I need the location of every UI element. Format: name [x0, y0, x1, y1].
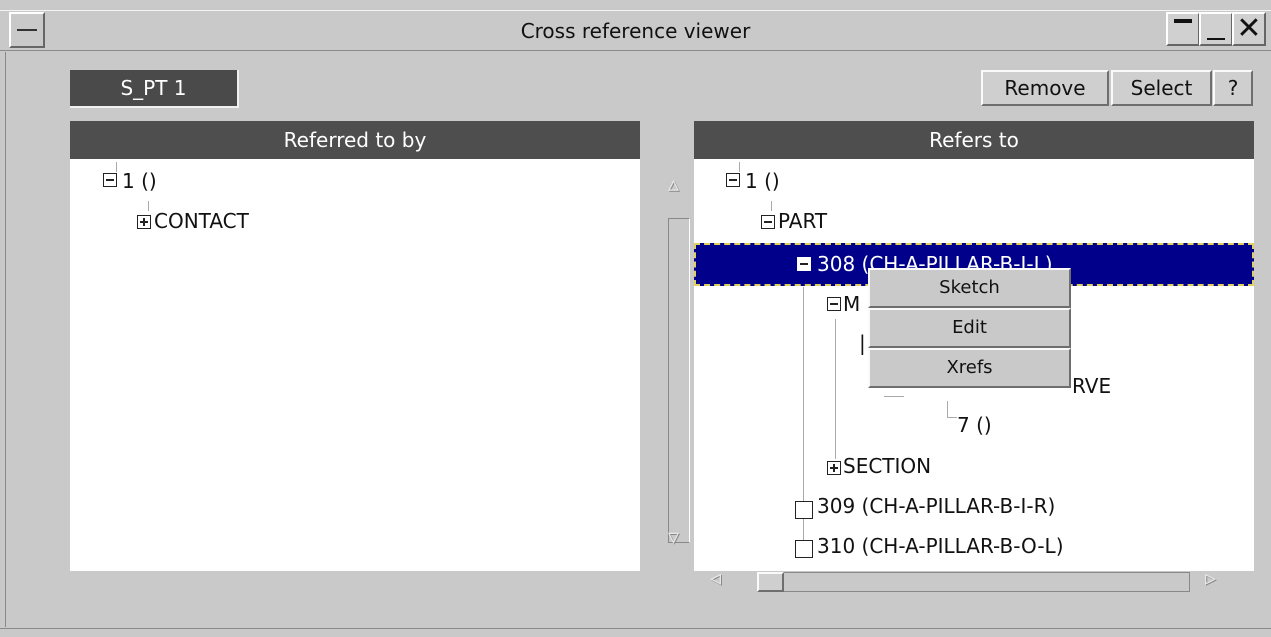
entity-label: S_PT 1	[70, 70, 239, 108]
menu-item-sketch[interactable]: Sketch	[868, 268, 1071, 308]
tree-node-309[interactable]: 309 (CH-A-PILLAR-B-I-R)	[817, 494, 1055, 518]
collapse-icon[interactable]	[827, 297, 841, 311]
scroll-left-icon[interactable]: ◃	[710, 566, 721, 591]
menu-item-edit[interactable]: Edit	[868, 308, 1071, 348]
window-border-bottom	[0, 628, 1271, 629]
tree-node-curve[interactable]: RVE	[1072, 374, 1111, 398]
vertical-scrollbar[interactable]	[668, 218, 690, 543]
leaf-icon	[795, 540, 813, 558]
expand-icon[interactable]	[827, 461, 841, 475]
select-button[interactable]: Select	[1111, 70, 1212, 106]
leaf-icon	[795, 501, 813, 519]
menu-item-xrefs[interactable]: Xrefs	[868, 348, 1071, 388]
horizontal-scroll-thumb[interactable]	[757, 572, 784, 592]
expand-icon[interactable]	[137, 215, 151, 229]
tree-node-310[interactable]: 310 (CH-A-PILLAR-B-O-L)	[817, 534, 1064, 558]
tree-node-material[interactable]: M	[843, 292, 871, 316]
referred-to-by-tree[interactable]: 1 () CONTACT	[70, 159, 640, 571]
help-button[interactable]: ?	[1213, 70, 1253, 106]
remove-button[interactable]: Remove	[981, 70, 1109, 106]
collapse-icon[interactable]	[103, 173, 117, 187]
collapse-icon[interactable]	[726, 173, 740, 187]
collapse-icon[interactable]	[797, 257, 811, 271]
title-bar: Cross reference viewer	[0, 10, 1271, 51]
maximize-icon[interactable]	[1199, 12, 1233, 46]
tree-node-1[interactable]: 1 ()	[745, 169, 780, 193]
scroll-down-icon[interactable]: ▿	[668, 525, 679, 550]
tree-node-contact[interactable]: CONTACT	[154, 209, 249, 233]
window-menu-icon[interactable]	[9, 12, 45, 48]
tree-node-part[interactable]: PART	[778, 209, 827, 233]
scroll-right-icon[interactable]: ▹	[1205, 566, 1216, 591]
window-border	[5, 52, 6, 627]
referred-to-by-header: Referred to by	[70, 121, 640, 159]
tree-node-7[interactable]: 7 ()	[957, 413, 992, 437]
window-title: Cross reference viewer	[520, 19, 751, 43]
collapse-icon[interactable]	[761, 215, 775, 229]
close-icon[interactable]: ✕	[1232, 12, 1266, 46]
horizontal-scrollbar[interactable]	[757, 572, 1190, 592]
tree-node-1[interactable]: 1 ()	[122, 169, 157, 193]
refers-to-header: Refers to	[694, 121, 1254, 159]
minimize-icon[interactable]	[1166, 12, 1200, 46]
tree-node-section[interactable]: SECTION	[843, 454, 931, 478]
scroll-up-icon[interactable]: ▵	[668, 172, 679, 197]
